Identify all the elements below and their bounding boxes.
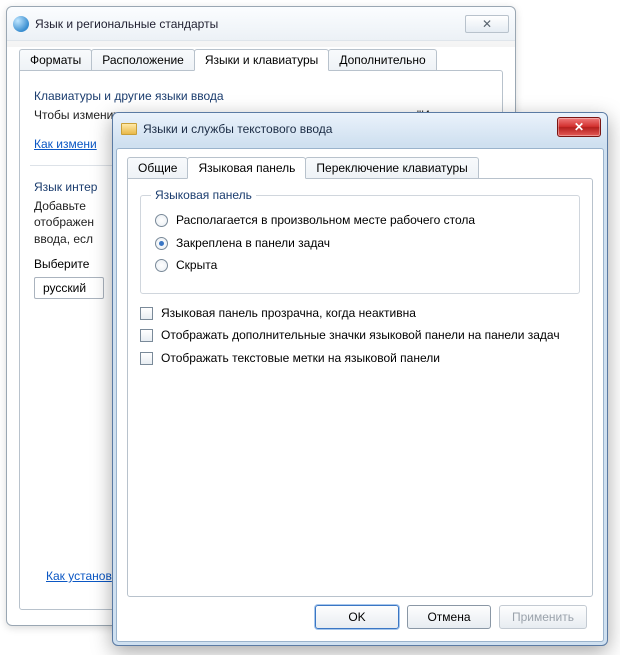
language-bar-groupbox: Языковая панель Располагается в произвол… [140, 195, 580, 294]
radio-label: Скрыта [176, 258, 217, 274]
fg-body: Общие Языковая панель Переключение клави… [116, 148, 604, 642]
fg-tab-hotkeys[interactable]: Переключение клавиатуры [305, 157, 478, 179]
radio-label: Закреплена в панели задач [176, 236, 330, 252]
radio-icon [155, 237, 168, 250]
bg-title: Язык и региональные стандарты [35, 17, 465, 31]
groupbox-legend: Языковая панель [151, 188, 256, 202]
ok-button[interactable]: OK [315, 605, 399, 629]
bg-tab-location[interactable]: Расположение [91, 49, 195, 71]
apply-button[interactable]: Применить [499, 605, 587, 629]
radio-label: Располагается в произвольном месте рабоч… [176, 213, 475, 229]
radio-hidden[interactable]: Скрыта [155, 258, 565, 274]
bg-tabs: Форматы Расположение Языки и клавиатуры … [19, 49, 503, 71]
bg-close-button[interactable]: ✕ [465, 15, 509, 33]
check-label: Языковая панель прозрачна, когда неактив… [161, 306, 416, 322]
bg-tab-keyboards[interactable]: Языки и клавиатуры [194, 49, 329, 71]
fg-titlebar[interactable]: Языки и службы текстового ввода ✕ [113, 113, 607, 145]
cancel-button[interactable]: Отмена [407, 605, 491, 629]
bg-tab-formats[interactable]: Форматы [19, 49, 92, 71]
check-extra-icons[interactable]: Отображать дополнительные значки языково… [140, 328, 580, 344]
check-text-labels[interactable]: Отображать текстовые метки на языковой п… [140, 351, 580, 367]
fg-tabs: Общие Языковая панель Переключение клави… [127, 157, 593, 179]
select-label: Выберите [34, 257, 89, 271]
fg-tab-pane: Языковая панель Располагается в произвол… [127, 178, 593, 597]
keyboard-icon [121, 123, 137, 135]
dialog-button-row: OK Отмена Применить [127, 597, 593, 633]
how-change-link[interactable]: Как измени [34, 137, 97, 151]
check-transparent[interactable]: Языковая панель прозрачна, когда неактив… [140, 306, 580, 322]
globe-icon [13, 16, 29, 32]
bg-titlebar[interactable]: Язык и региональные стандарты ✕ [7, 7, 515, 41]
check-label: Отображать текстовые метки на языковой п… [161, 351, 440, 367]
fg-tab-general[interactable]: Общие [127, 157, 188, 179]
keyboards-group-label: Клавиатуры и другие языки ввода [34, 89, 488, 103]
fg-title: Языки и службы текстового ввода [143, 122, 332, 136]
checkbox-icon [140, 352, 153, 365]
how-install-link[interactable]: Как установ [46, 569, 112, 583]
radio-icon [155, 214, 168, 227]
fg-tab-language-bar[interactable]: Языковая панель [187, 157, 306, 179]
radio-floating[interactable]: Располагается в произвольном месте рабоч… [155, 213, 565, 229]
checkbox-icon [140, 329, 153, 342]
radio-icon [155, 259, 168, 272]
text-services-dialog: Языки и службы текстового ввода ✕ Общие … [112, 112, 608, 646]
fg-close-button[interactable]: ✕ [557, 117, 601, 137]
radio-docked[interactable]: Закреплена в панели задач [155, 236, 565, 252]
check-label: Отображать дополнительные значки языково… [161, 328, 560, 344]
display-language-select[interactable]: русский [34, 277, 104, 299]
bg-tab-advanced[interactable]: Дополнительно [328, 49, 436, 71]
checkbox-icon [140, 307, 153, 320]
